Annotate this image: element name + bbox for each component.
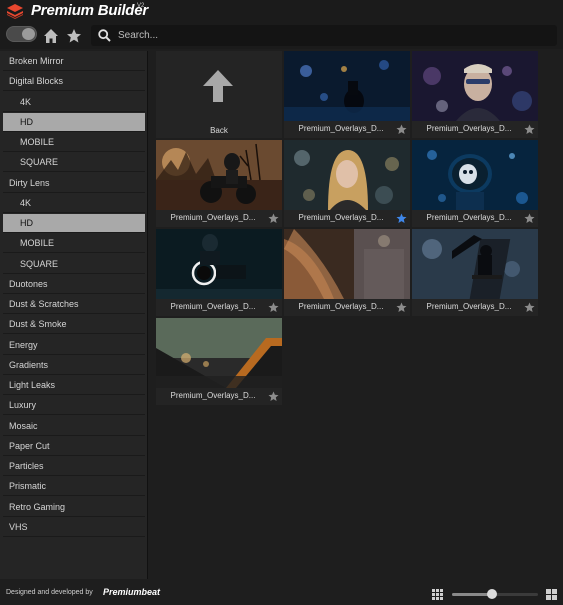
back-tile[interactable]: Back: [156, 51, 282, 138]
tile-label: Premium_Overlays_D...: [426, 302, 512, 311]
sidebar-category[interactable]: Gradients: [3, 356, 145, 375]
tile-caption: Premium_Overlays_D...: [284, 299, 410, 316]
toggle-knob: [22, 28, 35, 40]
tile-caption: Premium_Overlays_D...: [156, 299, 282, 316]
favorite-star-icon[interactable]: [268, 213, 279, 224]
overlay-tile[interactable]: Premium_Overlays_D...: [412, 51, 538, 138]
overlay-thumbnail[interactable]: [156, 229, 282, 299]
sidebar-category[interactable]: Particles: [3, 457, 145, 476]
overlay-thumbnail[interactable]: [156, 140, 282, 210]
favorites-filter-star-icon[interactable]: [66, 28, 82, 44]
search-input[interactable]: [118, 27, 548, 44]
tile-label: Premium_Overlays_D...: [426, 124, 512, 133]
overlay-tile[interactable]: Premium_Overlays_D...: [412, 229, 538, 316]
app-header: Premium Builder V2: [0, 0, 563, 22]
tile-caption: Premium_Overlays_D...: [412, 210, 538, 227]
back-label: Back: [210, 126, 228, 135]
back-arrow-icon: [203, 70, 233, 102]
slider-fill: [452, 593, 493, 596]
sidebar-category[interactable]: Digital Blocks: [3, 72, 145, 92]
thumbnail-size-slider[interactable]: [452, 589, 538, 599]
overlay-tile[interactable]: Premium_Overlays_D...: [284, 51, 410, 138]
overlay-thumbnail[interactable]: [284, 229, 410, 299]
sidebar-category[interactable]: VHS: [3, 518, 145, 537]
small-grid-icon[interactable]: [432, 589, 443, 600]
sidebar-subitem[interactable]: SQUARE: [3, 255, 145, 274]
sidebar-subitem[interactable]: SQUARE: [3, 153, 145, 173]
sidebar-category[interactable]: Retro Gaming: [3, 498, 145, 517]
overlay-thumbnail[interactable]: [412, 51, 538, 121]
overlay-tile[interactable]: Premium_Overlays_D...: [156, 229, 282, 316]
sidebar-category[interactable]: Mosaic: [3, 417, 145, 436]
tile-caption: Premium_Overlays_D...: [156, 388, 282, 405]
tile-caption: Premium_Overlays_D...: [284, 210, 410, 227]
sidebar-subitem[interactable]: HD: [3, 214, 145, 233]
overlay-tile[interactable]: Premium_Overlays_D...: [156, 140, 282, 227]
overlay-tile[interactable]: Premium_Overlays_D...: [284, 229, 410, 316]
sidebar-category[interactable]: Prismatic: [3, 477, 145, 497]
favorite-star-icon[interactable]: [524, 124, 535, 135]
tile-label: Premium_Overlays_D...: [298, 124, 384, 133]
tile-label: Premium_Overlays_D...: [170, 302, 256, 311]
credit-text: Designed and developed by: [6, 589, 93, 596]
search-icon: [98, 29, 111, 42]
footer: Designed and developed by Premiumbeat: [0, 583, 563, 605]
tile-label: Premium_Overlays_D...: [298, 213, 384, 222]
sidebar-category[interactable]: Energy: [3, 336, 145, 355]
layers-logo-icon: [7, 4, 23, 19]
app-version: V2: [137, 3, 145, 9]
overlay-thumbnail[interactable]: [156, 318, 282, 388]
favorite-star-icon[interactable]: [396, 124, 407, 135]
sidebar-category[interactable]: Light Leaks: [3, 376, 145, 395]
tile-label: Premium_Overlays_D...: [170, 391, 256, 400]
overlay-thumbnail[interactable]: [284, 140, 410, 210]
sidebar-subitem[interactable]: MOBILE: [3, 133, 145, 152]
overlay-thumbnail[interactable]: [284, 51, 410, 121]
sidebar-subitem[interactable]: 4K: [3, 93, 145, 112]
tile-caption: Premium_Overlays_D...: [412, 299, 538, 316]
sidebar-subitem[interactable]: HD: [3, 112, 145, 132]
app-title: Premium Builder: [31, 2, 149, 19]
sidebar-category[interactable]: Dirty Lens: [3, 174, 145, 193]
favorite-star-icon[interactable]: [524, 213, 535, 224]
brand-logo: Premiumbeat: [103, 587, 161, 597]
toolbar: [0, 22, 563, 49]
favorite-star-icon[interactable]: [524, 302, 535, 313]
sidebar-subitem[interactable]: MOBILE: [3, 234, 145, 254]
tile-label: Premium_Overlays_D...: [426, 213, 512, 222]
overlay-grid: Back Premium_Overlays_D... Premium_Overl…: [156, 51, 541, 579]
tile-label: Premium_Overlays_D...: [170, 213, 256, 222]
favorite-star-icon[interactable]: [396, 302, 407, 313]
sidebar-category[interactable]: Duotones: [3, 275, 145, 294]
overlay-tile[interactable]: Premium_Overlays_D...: [284, 140, 410, 227]
search-box: [91, 25, 557, 46]
tile-label: Premium_Overlays_D...: [298, 302, 384, 311]
tile-caption: Premium_Overlays_D...: [284, 121, 410, 138]
favorite-star-icon[interactable]: [268, 391, 279, 402]
overlay-thumbnail[interactable]: [412, 229, 538, 299]
tile-caption: Premium_Overlays_D...: [156, 210, 282, 227]
favorite-star-icon[interactable]: [268, 302, 279, 313]
home-icon[interactable]: [43, 28, 59, 44]
theme-toggle[interactable]: [6, 26, 37, 42]
large-grid-icon[interactable]: [546, 589, 557, 600]
sidebar-category[interactable]: Dust & Smoke: [3, 315, 145, 335]
sidebar-category[interactable]: Paper Cut: [3, 437, 145, 456]
category-sidebar: Broken Mirror Digital Blocks 4K HD MOBILE SQU…: [0, 51, 148, 579]
overlay-tile[interactable]: Premium_Overlays_D...: [412, 140, 538, 227]
sidebar-subitem[interactable]: 4K: [3, 194, 145, 213]
sidebar-category[interactable]: Dust & Scratches: [3, 295, 145, 314]
sidebar-category[interactable]: Luxury: [3, 396, 145, 416]
slider-handle[interactable]: [487, 589, 498, 599]
overlay-tile[interactable]: Premium_Overlays_D...: [156, 318, 282, 405]
favorite-star-icon[interactable]: [396, 213, 407, 224]
overlay-thumbnail[interactable]: [412, 140, 538, 210]
tile-caption: Premium_Overlays_D...: [412, 121, 538, 138]
sidebar-category[interactable]: Broken Mirror: [3, 52, 145, 71]
